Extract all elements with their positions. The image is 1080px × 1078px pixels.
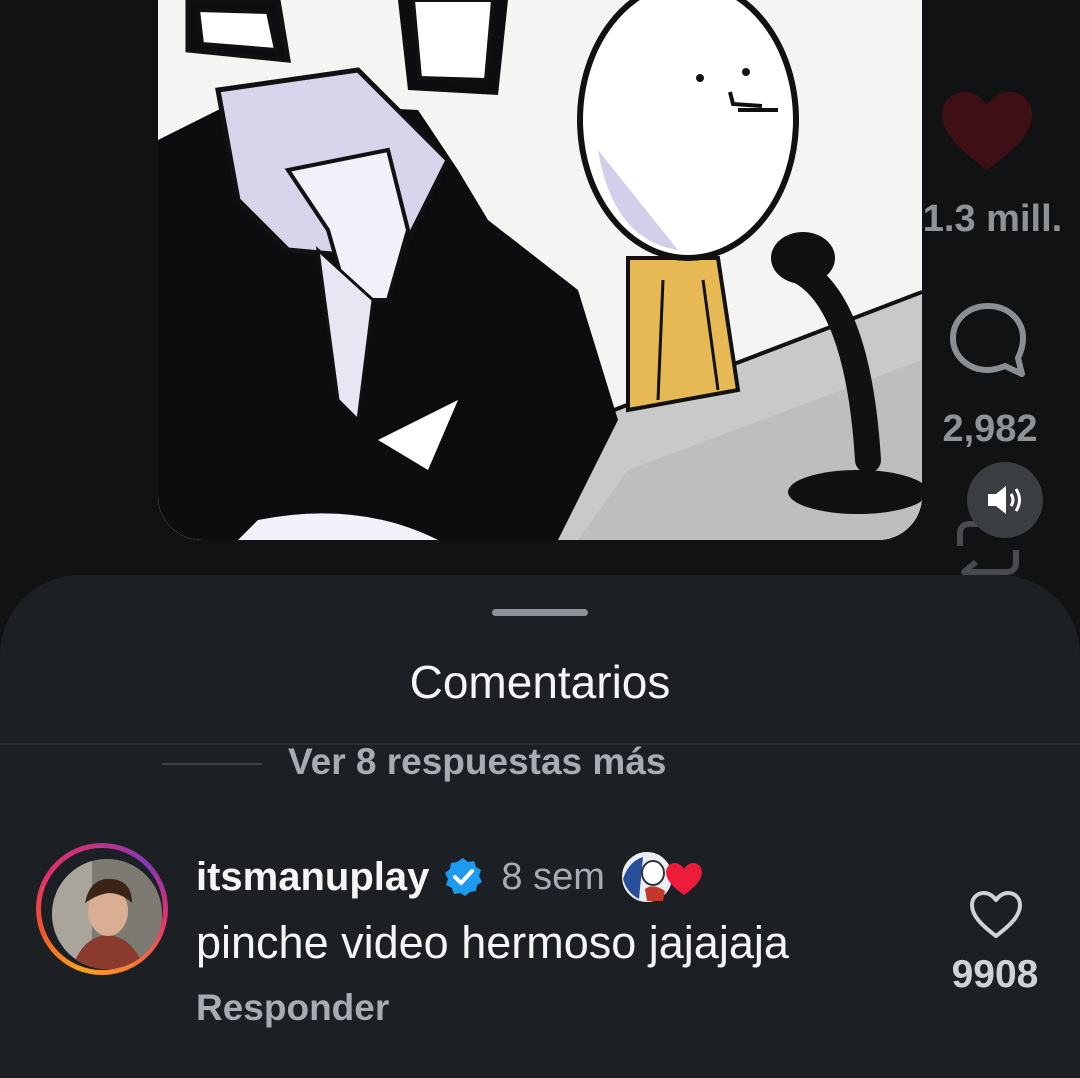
- creator-liked-indicator: [619, 849, 703, 905]
- volume-button[interactable]: [967, 462, 1043, 538]
- volume-icon: [988, 486, 1021, 514]
- comment-header: itsmanuplay 8 sem: [196, 849, 703, 905]
- sheet-title: Comentarios: [409, 656, 671, 708]
- heart-outline-icon: [970, 891, 1022, 938]
- sheet-drag-handle[interactable]: [492, 609, 588, 616]
- like-button[interactable]: [940, 92, 1034, 172]
- avatar-photo: [52, 859, 162, 969]
- view-more-replies-link[interactable]: Ver 8 respuestas más: [288, 741, 666, 783]
- comment-bubble-icon: [950, 303, 1026, 377]
- comment-text: pinche video hermoso jajajaja: [196, 917, 789, 968]
- avatar[interactable]: [36, 843, 168, 975]
- comments-sheet: Comentarios Ver 8 respuestas más itsmanu…: [0, 575, 1080, 1078]
- like-count: 1.3 mill.: [922, 198, 1063, 240]
- comment-time: 8 sem: [501, 855, 605, 898]
- comment-like-count: 9908: [951, 953, 1039, 996]
- verified-badge-icon: [445, 858, 483, 896]
- replies-indent-line: [162, 763, 262, 765]
- comment-count: 2,982: [942, 408, 1038, 450]
- comment-like-button[interactable]: [968, 889, 1024, 941]
- comment-button[interactable]: [946, 300, 1030, 380]
- reel-video[interactable]: [158, 0, 922, 540]
- creator-heart-icon: [665, 863, 702, 895]
- heart-icon: [942, 92, 1032, 170]
- comment-username[interactable]: itsmanuplay: [196, 855, 429, 900]
- reply-button[interactable]: Responder: [196, 987, 389, 1029]
